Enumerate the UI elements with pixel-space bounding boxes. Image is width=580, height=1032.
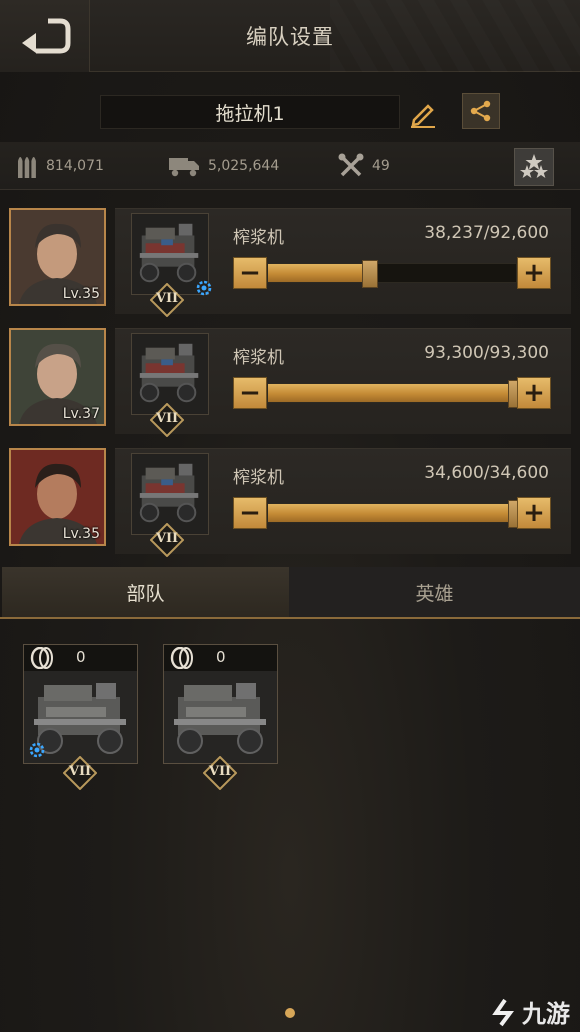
troop-slider[interactable]: − + bbox=[233, 497, 551, 529]
squad-row: Lv.35 VII 榨浆机 34,600/34,600 − + bbox=[0, 448, 580, 558]
hero-level: Lv.37 bbox=[62, 406, 100, 422]
slider-track[interactable] bbox=[267, 380, 524, 408]
resource-stats-row: 814,071 5,025,644 49 bbox=[0, 142, 580, 190]
tab-bar: 部队 英雄 bbox=[0, 567, 580, 619]
slider-fill bbox=[268, 264, 371, 282]
slider-track[interactable] bbox=[267, 500, 524, 528]
tools-value: 49 bbox=[372, 158, 390, 174]
increase-button[interactable]: + bbox=[517, 257, 551, 289]
tier-badge: VII bbox=[149, 522, 185, 558]
decrease-button[interactable]: − bbox=[233, 257, 267, 289]
reserve-vehicle-image bbox=[164, 671, 277, 763]
back-arrow-icon bbox=[21, 18, 70, 54]
tire-icon bbox=[170, 647, 193, 669]
vehicle-image bbox=[132, 334, 208, 414]
watermark-text: 九游 bbox=[522, 1000, 570, 1028]
hero-level: Lv.35 bbox=[62, 526, 100, 542]
slider-fill bbox=[268, 384, 516, 402]
slider-handle[interactable] bbox=[362, 260, 379, 288]
watermark: 九游 bbox=[492, 994, 570, 1029]
unit-panel: VII 榨浆机 38,237/92,600 − + bbox=[115, 208, 571, 318]
wrench-icon bbox=[338, 153, 364, 177]
share-icon bbox=[470, 100, 491, 122]
tier-label: VII bbox=[208, 764, 232, 779]
stars-button[interactable] bbox=[514, 148, 554, 186]
formation-name-row: 拖拉机1 bbox=[0, 90, 580, 134]
gear-icon bbox=[196, 280, 212, 296]
slider-fill bbox=[268, 504, 516, 522]
tools-stat: 49 bbox=[338, 142, 390, 190]
formation-screen: 编队设置 拖拉机1 814,071 5,025,644 49 Lv.35 VII… bbox=[0, 0, 580, 1032]
tier-label: VII bbox=[155, 411, 179, 426]
reserve-vehicle-card[interactable]: 0 bbox=[23, 644, 138, 764]
hero-level: Lv.35 bbox=[62, 286, 100, 302]
reserve-card-header: 0 bbox=[24, 645, 137, 671]
tier-label: VII bbox=[155, 291, 179, 306]
bullets-icon bbox=[18, 157, 36, 178]
tier-badge: VII bbox=[202, 755, 238, 791]
troop-slider[interactable]: − + bbox=[233, 377, 551, 409]
transport-stat: 5,025,644 bbox=[168, 142, 279, 190]
increase-button[interactable]: + bbox=[517, 377, 551, 409]
unit-name: 榨浆机 bbox=[233, 468, 284, 488]
tab-heroes[interactable]: 英雄 bbox=[289, 567, 580, 617]
hero-card[interactable]: Lv.35 bbox=[9, 448, 106, 546]
tier-badge: VII bbox=[149, 282, 185, 318]
slider-track[interactable] bbox=[267, 260, 517, 288]
header-decoration bbox=[330, 0, 580, 72]
ammo-value: 814,071 bbox=[46, 158, 104, 174]
reserve-count: 0 bbox=[216, 648, 226, 666]
transport-value: 5,025,644 bbox=[208, 158, 280, 174]
tier-label: VII bbox=[68, 764, 92, 779]
ammo-stat: 814,071 bbox=[16, 142, 104, 190]
unit-name: 榨浆机 bbox=[233, 228, 284, 248]
unit-count: 34,600/34,600 bbox=[424, 463, 549, 483]
tab-troops[interactable]: 部队 bbox=[2, 567, 289, 617]
unit-name: 榨浆机 bbox=[233, 348, 284, 368]
unit-count: 93,300/93,300 bbox=[424, 343, 549, 363]
decrease-button[interactable]: − bbox=[233, 497, 267, 529]
unit-panel: VII 榨浆机 34,600/34,600 − + bbox=[115, 448, 571, 558]
squad-row: Lv.35 VII 榨浆机 38,237/92,600 − + bbox=[0, 208, 580, 318]
page-indicator-dot bbox=[285, 1008, 295, 1018]
tier-badge: VII bbox=[149, 402, 185, 438]
truck-icon bbox=[169, 158, 199, 177]
jiuyou-logo-icon bbox=[492, 998, 514, 1026]
gear-icon bbox=[29, 742, 45, 758]
tire-icon bbox=[30, 647, 53, 669]
tier-badge: VII bbox=[62, 755, 98, 791]
tier-label: VII bbox=[155, 531, 179, 546]
troop-slider[interactable]: − + bbox=[233, 257, 551, 289]
hero-card[interactable]: Lv.37 bbox=[9, 328, 106, 426]
vehicle-image bbox=[132, 454, 208, 534]
hero-card[interactable]: Lv.35 bbox=[9, 208, 106, 306]
header-bar: 编队设置 bbox=[0, 0, 580, 72]
share-button[interactable] bbox=[462, 93, 500, 129]
pencil-icon[interactable] bbox=[408, 98, 438, 128]
squad-row: Lv.37 VII 榨浆机 93,300/93,300 − + bbox=[0, 328, 580, 438]
back-button[interactable] bbox=[0, 0, 90, 72]
unit-panel: VII 榨浆机 93,300/93,300 − + bbox=[115, 328, 571, 438]
formation-name-field[interactable]: 拖拉机1 bbox=[100, 95, 400, 129]
decrease-button[interactable]: − bbox=[233, 377, 267, 409]
stars-icon bbox=[520, 154, 548, 178]
reserve-card-header: 0 bbox=[164, 645, 277, 671]
unit-count: 38,237/92,600 bbox=[424, 223, 549, 243]
increase-button[interactable]: + bbox=[517, 497, 551, 529]
reserve-count: 0 bbox=[76, 648, 86, 666]
reserve-vehicle-card[interactable]: 0 bbox=[163, 644, 278, 764]
